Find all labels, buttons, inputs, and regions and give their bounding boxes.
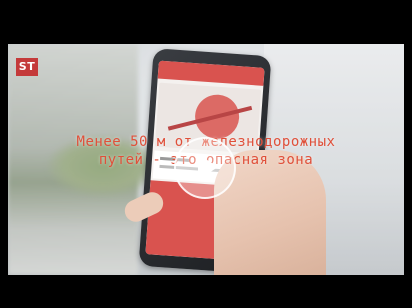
video-player[interactable]: ST Менее 50 м от железнодорожных путей -… — [0, 0, 412, 308]
app-bar — [157, 60, 265, 86]
channel-logo: ST — [16, 58, 38, 76]
play-icon — [198, 154, 218, 180]
play-button[interactable] — [174, 137, 236, 199]
